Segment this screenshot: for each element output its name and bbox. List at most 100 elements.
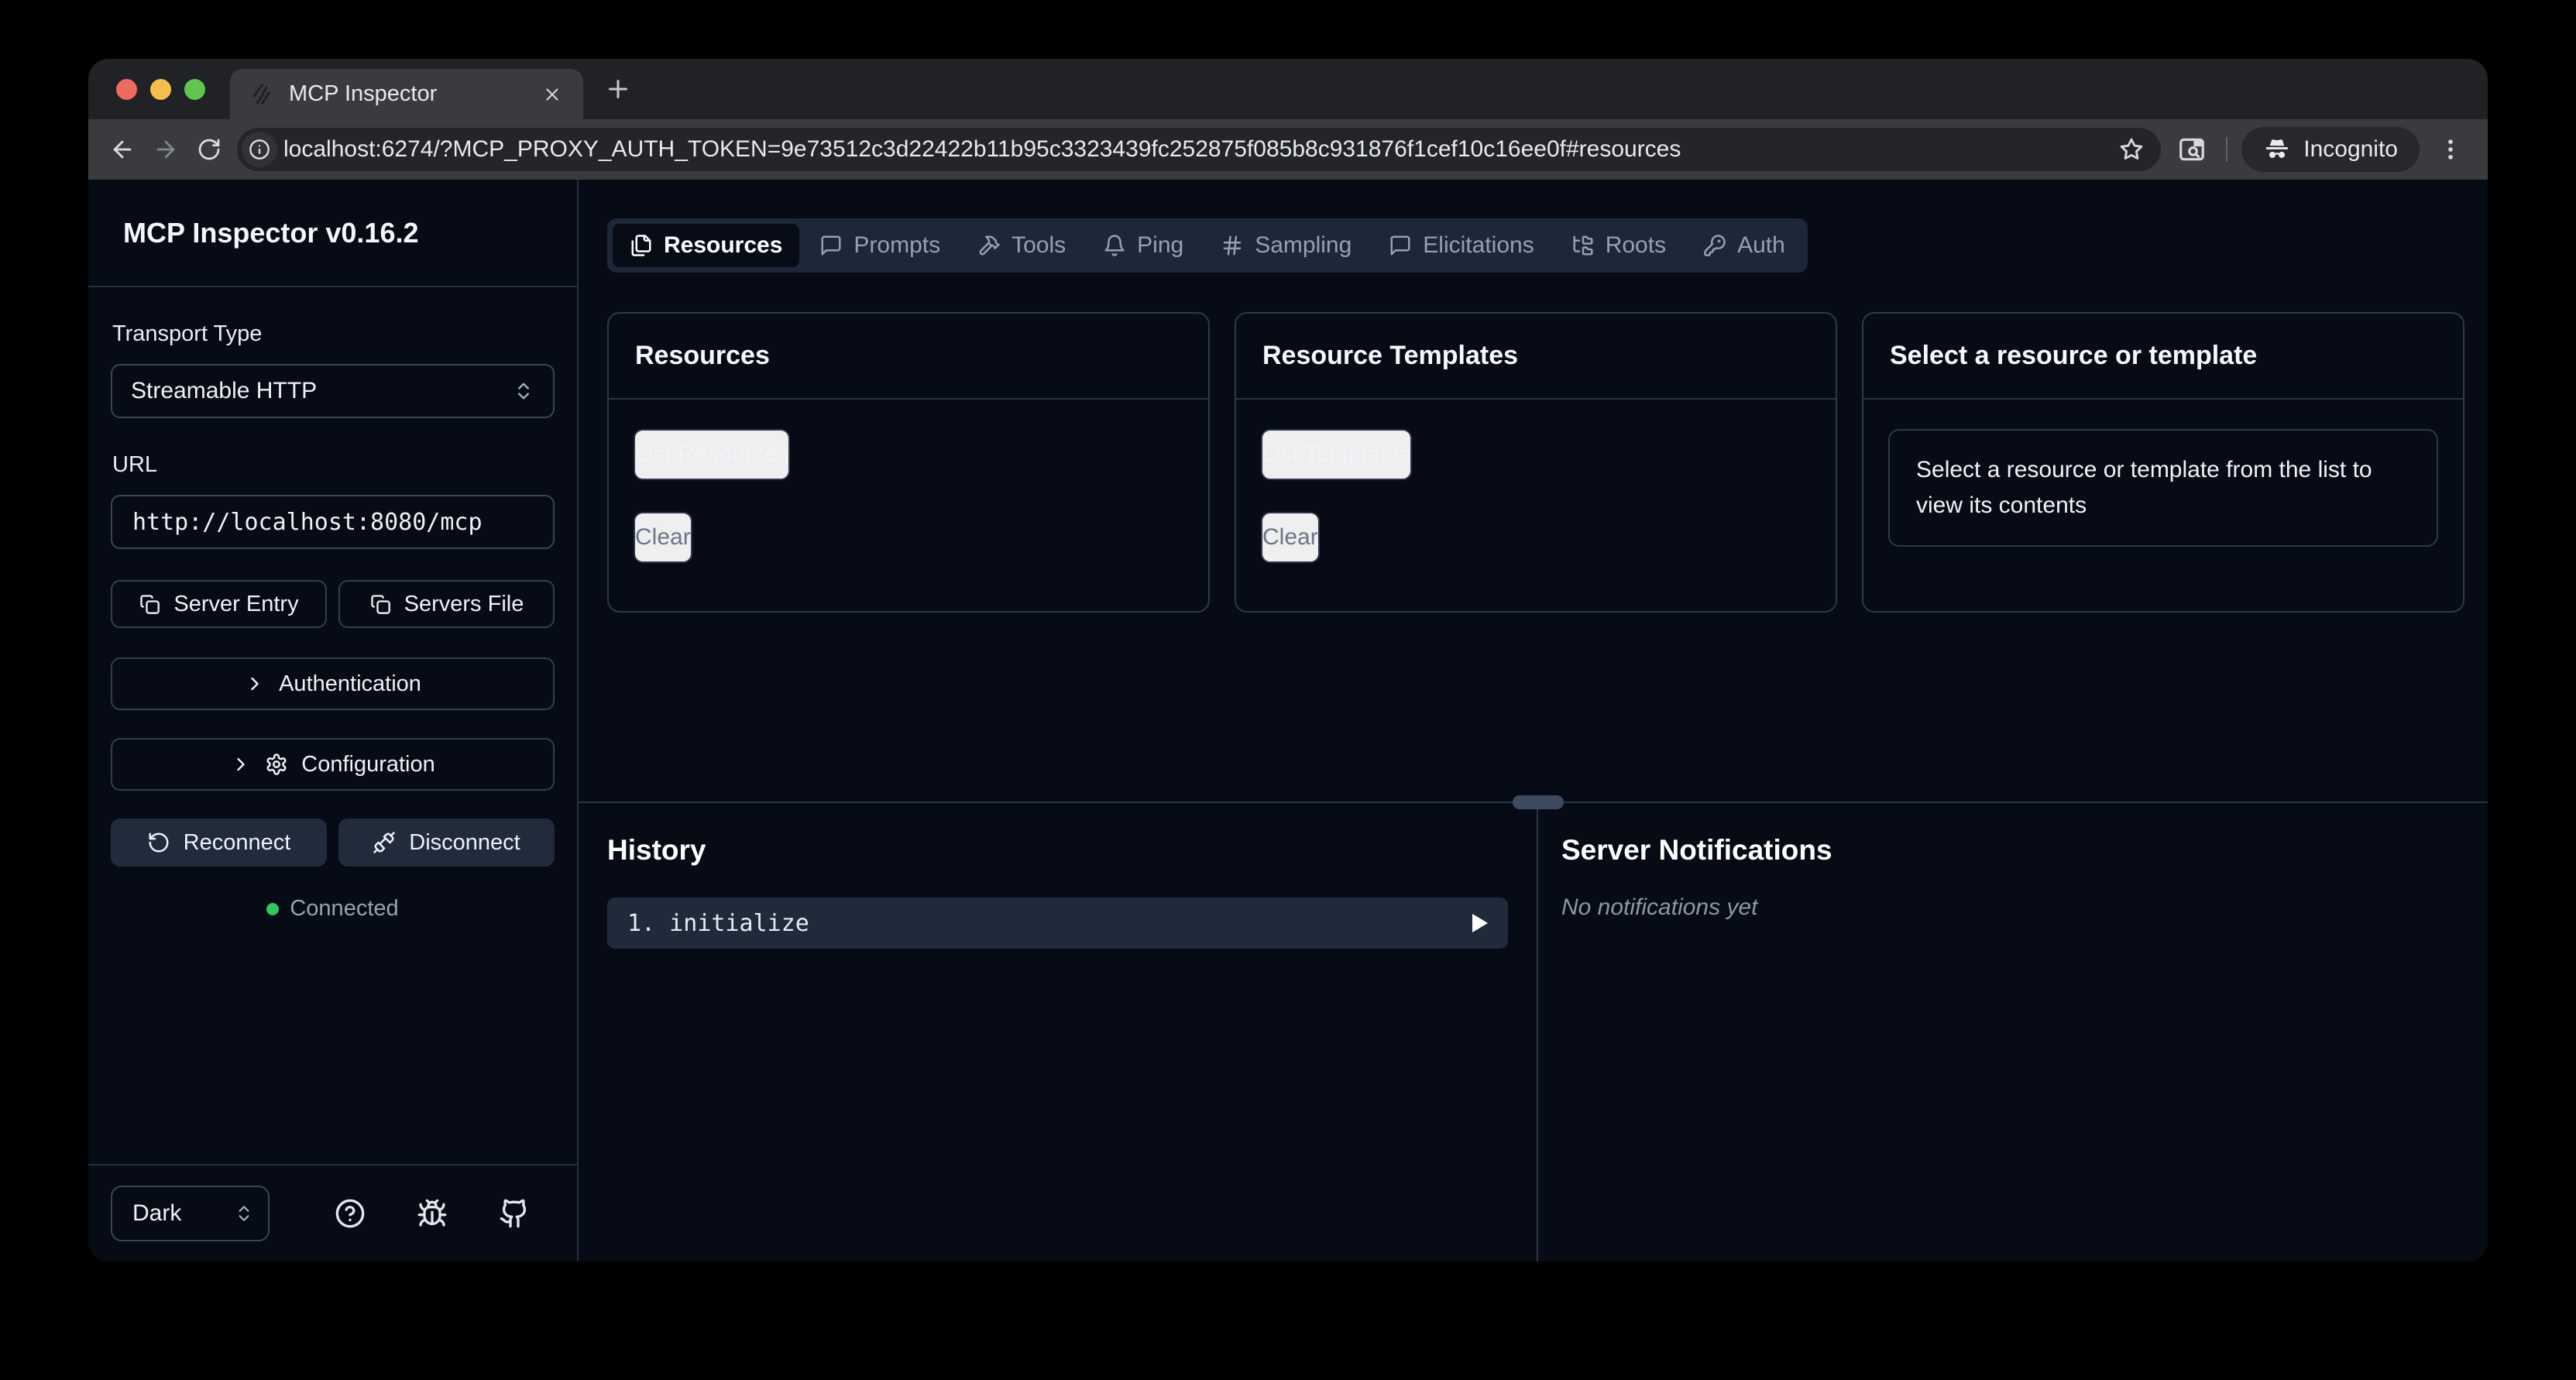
status-dot — [266, 903, 279, 915]
desktop: MCP Inspector — [0, 0, 2576, 1380]
resource-detail-panel: Select a resource or template Select a r… — [1862, 312, 2464, 613]
incognito-badge: Incognito — [2241, 127, 2420, 172]
disconnect-label: Disconnect — [409, 830, 520, 856]
tab-elicitations[interactable]: Elicitations — [1372, 224, 1551, 267]
tab-label: Tools — [1012, 232, 1066, 259]
tab-auth[interactable]: Auth — [1686, 224, 1802, 267]
github-icon[interactable] — [499, 1198, 530, 1229]
history-item[interactable]: 1. initialize — [607, 898, 1508, 949]
expand-play-icon[interactable] — [1472, 914, 1488, 932]
tab-label: Prompts — [854, 232, 940, 259]
close-window-button[interactable] — [116, 79, 137, 100]
clear-templates-button[interactable]: Clear — [1261, 512, 1320, 563]
history-title: History — [607, 834, 1508, 867]
address-bar[interactable]: localhost:6274/?MCP_PROXY_AUTH_TOKEN=9e7… — [237, 128, 2161, 171]
theme-value: Dark — [132, 1200, 181, 1227]
tab-ping[interactable]: Ping — [1086, 224, 1200, 267]
reload-icon[interactable] — [187, 128, 231, 171]
tab-label: Elicitations — [1423, 232, 1534, 259]
resources-panel-title: Resources — [609, 314, 1208, 400]
server-notifications-pane: Server Notifications No notifications ye… — [1538, 803, 2488, 1262]
copy-icon — [369, 593, 391, 615]
browser-window: MCP Inspector — [88, 59, 2488, 1262]
servers-file-label: Servers File — [404, 592, 524, 617]
tab-tools[interactable]: Tools — [960, 224, 1083, 267]
tab-close-icon[interactable] — [537, 79, 568, 110]
copy-icon — [139, 593, 160, 615]
minimize-window-button[interactable] — [150, 79, 171, 100]
browser-menu-icon[interactable] — [2430, 129, 2471, 170]
configuration-label: Configuration — [301, 752, 435, 778]
transport-type-value: Streamable HTTP — [131, 378, 317, 404]
server-notifications-title: Server Notifications — [1561, 834, 2488, 867]
window-controls — [116, 59, 205, 119]
tab-label: Resources — [664, 232, 782, 259]
tab-resources[interactable]: Resources — [613, 224, 799, 267]
reconnect-label: Reconnect — [184, 830, 291, 856]
hammer-icon — [977, 234, 1001, 257]
mcp-inspector-app: MCP Inspector v0.16.2 Transport Type Str… — [88, 180, 2488, 1262]
toolbar-separator — [2226, 137, 2227, 162]
transport-type-select[interactable]: Streamable HTTP — [111, 364, 555, 418]
incognito-label: Incognito — [2303, 136, 2398, 163]
server-entry-button[interactable]: Server Entry — [111, 580, 327, 628]
browser-tab[interactable]: MCP Inspector — [230, 69, 583, 119]
browser-tab-strip: MCP Inspector — [88, 59, 2488, 119]
new-tab-button[interactable] — [596, 67, 640, 111]
search-side-panel-icon[interactable] — [2172, 129, 2212, 170]
chevron-right-icon — [230, 754, 252, 775]
disconnect-button[interactable]: Disconnect — [338, 819, 555, 867]
horizontal-resize-handle[interactable] — [579, 802, 2488, 803]
list-templates-button[interactable]: List Templates — [1261, 429, 1412, 480]
sidebar: MCP Inspector v0.16.2 Transport Type Str… — [88, 180, 579, 1262]
forward-icon[interactable] — [144, 128, 187, 171]
back-icon[interactable] — [101, 128, 144, 171]
url-text[interactable]: localhost:6274/?MCP_PROXY_AUTH_TOKEN=9e7… — [283, 136, 2108, 163]
sidebar-footer: Dark — [88, 1164, 577, 1262]
tab-prompts[interactable]: Prompts — [802, 224, 957, 267]
main-area: Resources Prompts Tools Ping — [579, 180, 2488, 1262]
site-info-icon[interactable] — [242, 132, 277, 167]
message-square-icon — [1389, 234, 1412, 257]
help-icon[interactable] — [335, 1198, 366, 1229]
chevron-right-icon — [244, 673, 266, 695]
zoom-window-button[interactable] — [184, 79, 205, 100]
tab-label: Roots — [1606, 232, 1666, 259]
tab-sampling[interactable]: Sampling — [1204, 224, 1369, 267]
chevrons-up-down-icon — [234, 1203, 254, 1224]
list-resources-button[interactable]: List Resources — [634, 429, 790, 480]
bell-icon — [1103, 234, 1126, 257]
status-label: Connected — [290, 896, 398, 922]
resource-templates-panel-title: Resource Templates — [1236, 314, 1836, 400]
files-icon — [630, 234, 653, 257]
restart-icon — [147, 831, 170, 854]
unplug-icon — [373, 831, 396, 854]
server-url-input[interactable]: http://localhost:8080/mcp — [111, 495, 555, 549]
browser-toolbar: localhost:6274/?MCP_PROXY_AUTH_TOKEN=9e7… — [88, 119, 2488, 180]
app-title: MCP Inspector v0.16.2 — [88, 180, 577, 287]
bookmark-star-icon[interactable] — [2114, 132, 2148, 166]
resource-templates-panel: Resource Templates List Templates Clear — [1235, 312, 1837, 613]
clear-resources-button[interactable]: Clear — [634, 512, 692, 563]
tab-roots[interactable]: Roots — [1554, 224, 1683, 267]
no-notifications-message: No notifications yet — [1561, 894, 2488, 921]
authentication-label: Authentication — [279, 671, 421, 697]
url-label: URL — [112, 452, 555, 478]
configuration-expander[interactable]: Configuration — [111, 738, 555, 791]
incognito-icon — [2263, 136, 2291, 163]
chevrons-up-down-icon — [513, 380, 534, 402]
theme-select[interactable]: Dark — [111, 1186, 270, 1241]
tab-label: Auth — [1737, 232, 1785, 259]
servers-file-button[interactable]: Servers File — [338, 580, 555, 628]
resize-grip[interactable] — [1513, 795, 1564, 809]
resource-detail-placeholder: Select a resource or template from the l… — [1888, 429, 2438, 547]
authentication-expander[interactable]: Authentication — [111, 657, 555, 710]
history-pane: History 1. initialize — [579, 803, 1538, 1262]
resources-panel: Resources List Resources Clear — [607, 312, 1210, 613]
bug-icon[interactable] — [417, 1198, 448, 1229]
connection-status: Connected — [111, 896, 555, 922]
sidebar-content: Transport Type Streamable HTTP URL http:… — [88, 287, 577, 922]
tab-label: Ping — [1137, 232, 1183, 259]
tab-label: Sampling — [1255, 232, 1352, 259]
reconnect-button[interactable]: Reconnect — [111, 819, 327, 867]
